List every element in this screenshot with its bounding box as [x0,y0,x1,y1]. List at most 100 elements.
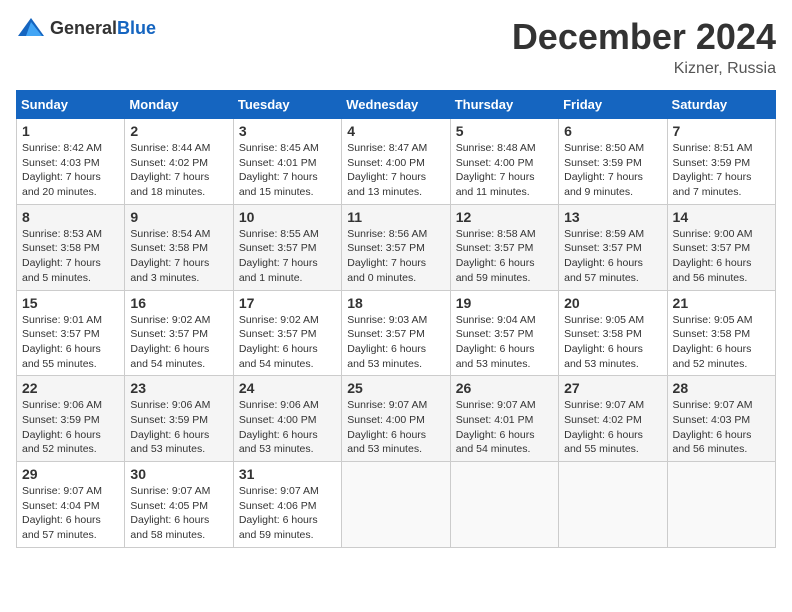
weekday-header-tuesday: Tuesday [233,91,341,119]
calendar-cell: 4 Sunrise: 8:47 AMSunset: 4:00 PMDaylight… [342,119,450,205]
day-number: 25 [347,380,444,396]
calendar-cell: 10 Sunrise: 8:55 AMSunset: 3:57 PMDayligh… [233,204,341,290]
day-number: 24 [239,380,336,396]
day-number: 4 [347,123,444,139]
day-number: 3 [239,123,336,139]
calendar-cell: 17 Sunrise: 9:02 AMSunset: 3:57 PMDayligh… [233,290,341,376]
weekday-header-saturday: Saturday [667,91,775,119]
calendar-cell: 14Sunrise: 9:00 AMSunset: 3:57 PMDayligh… [667,204,775,290]
logo-general-text: General [50,18,117,38]
calendar-cell: 23 Sunrise: 9:06 AMSunset: 3:59 PMDayligh… [125,376,233,462]
calendar-cell [342,462,450,548]
day-number: 8 [22,209,119,225]
day-info: Sunrise: 9:07 AMSunset: 4:01 PMDaylight:… [456,398,553,457]
logo-icon [16,16,46,40]
day-info: Sunrise: 8:45 AMSunset: 4:01 PMDaylight:… [239,141,336,200]
day-number: 12 [456,209,553,225]
day-number: 20 [564,295,661,311]
day-number: 17 [239,295,336,311]
day-info: Sunrise: 9:02 AMSunset: 3:57 PMDaylight:… [130,313,227,372]
day-info: Sunrise: 9:07 AMSunset: 4:05 PMDaylight:… [130,484,227,543]
day-info: Sunrise: 9:06 AMSunset: 3:59 PMDaylight:… [22,398,119,457]
day-number: 9 [130,209,227,225]
day-number: 10 [239,209,336,225]
day-info: Sunrise: 8:50 AMSunset: 3:59 PMDaylight:… [564,141,661,200]
logo-blue-text: Blue [117,18,156,38]
day-info: Sunrise: 9:05 AMSunset: 3:58 PMDaylight:… [673,313,770,372]
calendar-week-row: 29Sunrise: 9:07 AMSunset: 4:04 PMDayligh… [17,462,776,548]
calendar-cell: 26 Sunrise: 9:07 AMSunset: 4:01 PMDayligh… [450,376,558,462]
day-info: Sunrise: 9:07 AMSunset: 4:00 PMDaylight:… [347,398,444,457]
calendar-cell: 6Sunrise: 8:50 AMSunset: 3:59 PMDaylight… [559,119,667,205]
day-info: Sunrise: 8:55 AMSunset: 3:57 PMDaylight:… [239,227,336,286]
day-info: Sunrise: 8:51 AMSunset: 3:59 PMDaylight:… [673,141,770,200]
calendar-cell: 28 Sunrise: 9:07 AMSunset: 4:03 PMDayligh… [667,376,775,462]
day-info: Sunrise: 9:05 AMSunset: 3:58 PMDaylight:… [564,313,661,372]
weekday-header-wednesday: Wednesday [342,91,450,119]
calendar-cell: 8 Sunrise: 8:53 AMSunset: 3:58 PMDaylight… [17,204,125,290]
day-info: Sunrise: 8:47 AMSunset: 4:00 PMDaylight:… [347,141,444,200]
day-info: Sunrise: 9:03 AMSunset: 3:57 PMDaylight:… [347,313,444,372]
day-number: 11 [347,209,444,225]
day-number: 18 [347,295,444,311]
calendar-body: 1 Sunrise: 8:42 AMSunset: 4:03 PMDaylight… [17,119,776,548]
calendar-cell: 12 Sunrise: 8:58 AMSunset: 3:57 PMDayligh… [450,204,558,290]
day-info: Sunrise: 8:59 AMSunset: 3:57 PMDaylight:… [564,227,661,286]
day-info: Sunrise: 9:06 AMSunset: 3:59 PMDaylight:… [130,398,227,457]
day-info: Sunrise: 8:56 AMSunset: 3:57 PMDaylight:… [347,227,444,286]
calendar-cell [559,462,667,548]
day-number: 13 [564,209,661,225]
day-info: Sunrise: 9:07 AMSunset: 4:03 PMDaylight:… [673,398,770,457]
day-number: 28 [673,380,770,396]
calendar-cell: 21 Sunrise: 9:05 AMSunset: 3:58 PMDayligh… [667,290,775,376]
day-number: 26 [456,380,553,396]
day-number: 21 [673,295,770,311]
day-number: 19 [456,295,553,311]
day-info: Sunrise: 9:02 AMSunset: 3:57 PMDaylight:… [239,313,336,372]
calendar-cell: 18 Sunrise: 9:03 AMSunset: 3:57 PMDayligh… [342,290,450,376]
calendar-cell: 29Sunrise: 9:07 AMSunset: 4:04 PMDayligh… [17,462,125,548]
weekday-header-thursday: Thursday [450,91,558,119]
calendar: SundayMondayTuesdayWednesdayThursdayFrid… [16,90,776,548]
calendar-cell: 9 Sunrise: 8:54 AMSunset: 3:58 PMDaylight… [125,204,233,290]
day-info: Sunrise: 8:42 AMSunset: 4:03 PMDaylight:… [22,141,119,200]
day-number: 31 [239,466,336,482]
header: GeneralBlue December 2024 Kizner, Russia [16,16,776,78]
calendar-cell: 11 Sunrise: 8:56 AMSunset: 3:57 PMDayligh… [342,204,450,290]
calendar-cell: 13 Sunrise: 8:59 AMSunset: 3:57 PMDayligh… [559,204,667,290]
day-info: Sunrise: 9:00 AMSunset: 3:57 PMDaylight:… [673,227,770,286]
day-info: Sunrise: 8:54 AMSunset: 3:58 PMDaylight:… [130,227,227,286]
weekday-header-row: SundayMondayTuesdayWednesdayThursdayFrid… [17,91,776,119]
day-number: 7 [673,123,770,139]
calendar-cell: 22 Sunrise: 9:06 AMSunset: 3:59 PMDayligh… [17,376,125,462]
calendar-cell: 24Sunrise: 9:06 AMSunset: 4:00 PMDayligh… [233,376,341,462]
calendar-cell: 27Sunrise: 9:07 AMSunset: 4:02 PMDayligh… [559,376,667,462]
day-number: 15 [22,295,119,311]
day-info: Sunrise: 8:48 AMSunset: 4:00 PMDaylight:… [456,141,553,200]
calendar-cell: 7 Sunrise: 8:51 AMSunset: 3:59 PMDaylight… [667,119,775,205]
location-title: Kizner, Russia [512,60,776,78]
day-info: Sunrise: 8:53 AMSunset: 3:58 PMDaylight:… [22,227,119,286]
day-info: Sunrise: 8:44 AMSunset: 4:02 PMDaylight:… [130,141,227,200]
day-info: Sunrise: 8:58 AMSunset: 3:57 PMDaylight:… [456,227,553,286]
day-number: 29 [22,466,119,482]
day-number: 27 [564,380,661,396]
day-info: Sunrise: 9:01 AMSunset: 3:57 PMDaylight:… [22,313,119,372]
calendar-week-row: 15 Sunrise: 9:01 AMSunset: 3:57 PMDayligh… [17,290,776,376]
month-title: December 2024 [512,16,776,58]
day-number: 30 [130,466,227,482]
day-number: 1 [22,123,119,139]
day-number: 23 [130,380,227,396]
weekday-header-sunday: Sunday [17,91,125,119]
weekday-header-monday: Monday [125,91,233,119]
calendar-cell: 25 Sunrise: 9:07 AMSunset: 4:00 PMDayligh… [342,376,450,462]
calendar-cell [450,462,558,548]
day-number: 22 [22,380,119,396]
calendar-cell [667,462,775,548]
calendar-cell: 20 Sunrise: 9:05 AMSunset: 3:58 PMDayligh… [559,290,667,376]
title-area: December 2024 Kizner, Russia [512,16,776,78]
day-info: Sunrise: 9:04 AMSunset: 3:57 PMDaylight:… [456,313,553,372]
calendar-cell: 19 Sunrise: 9:04 AMSunset: 3:57 PMDayligh… [450,290,558,376]
calendar-cell: 31Sunrise: 9:07 AMSunset: 4:06 PMDayligh… [233,462,341,548]
calendar-week-row: 1 Sunrise: 8:42 AMSunset: 4:03 PMDaylight… [17,119,776,205]
